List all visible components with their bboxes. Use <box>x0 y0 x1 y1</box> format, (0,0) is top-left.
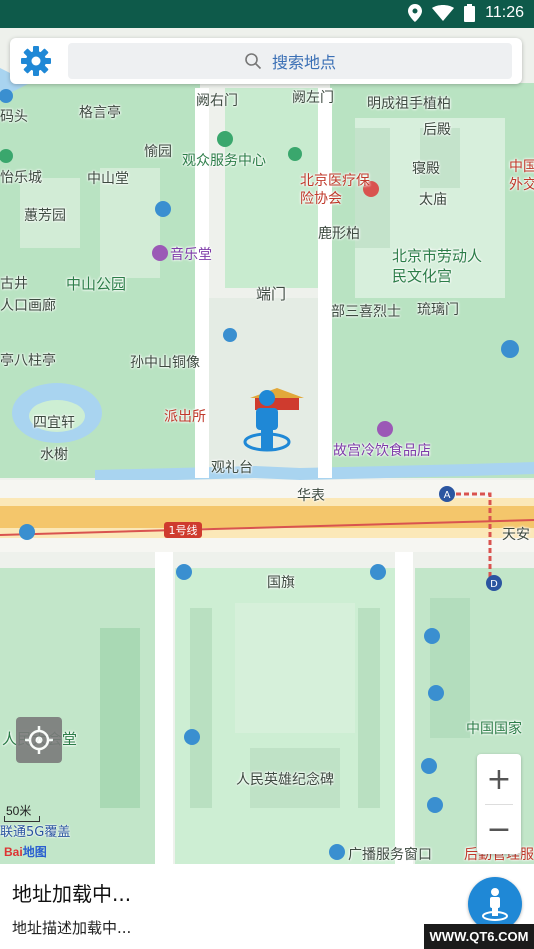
map-label: 华表 <box>297 488 325 504</box>
map-label: 水榭 <box>40 447 68 463</box>
map-label: 亭八柱亭 <box>0 353 56 369</box>
map-label: 端门 <box>256 285 287 303</box>
map-label: 蕙芳园 <box>24 208 66 224</box>
map-label: 阙右门 <box>196 93 238 109</box>
map-canvas: A D 1号线 <box>0 28 534 864</box>
search-input[interactable]: 搜索地点 <box>68 43 512 79</box>
app-screen: 11:26 A D 1号线 码头 格言亭 阙右门 阙左门 明成祖手植柏 后殿 怡… <box>0 0 534 949</box>
map-label: 中山公园 <box>66 275 127 293</box>
metro-station-a[interactable]: A <box>444 490 451 501</box>
baidu-logo: Bai地图 <box>4 843 47 860</box>
address-panel: 地址加载中... 地址描述加载中... WWW.QT6.COM <box>0 864 534 949</box>
map-label: 国旗 <box>267 575 295 591</box>
map-label: 天安 <box>502 527 530 543</box>
map-label: 观众服务中心 <box>182 153 266 169</box>
search-icon <box>245 53 262 70</box>
map-label: 明成祖手植柏 <box>367 96 451 112</box>
map-label: 码头 <box>0 109 28 125</box>
map-label: 北京医疗保险协会 <box>300 173 370 207</box>
map-label: 孙中山铜像 <box>130 355 200 371</box>
battery-icon <box>464 4 476 22</box>
map-label: 怡乐城 <box>0 170 42 186</box>
person-pin-icon <box>482 888 508 921</box>
zoom-in-button[interactable]: + <box>477 754 521 804</box>
map-label: 中山堂 <box>87 171 129 187</box>
search-placeholder: 搜索地点 <box>271 53 336 72</box>
zoom-out-button[interactable]: − <box>477 804 521 854</box>
map-label: 部三喜烈士 <box>331 304 401 320</box>
map-label: 音乐堂 <box>170 247 212 263</box>
watermark: WWW.QT6.COM <box>424 924 534 949</box>
map-label: 中国国家 <box>466 721 522 737</box>
status-bar: 11:26 <box>0 0 534 28</box>
map-label: 观礼台 <box>211 460 253 476</box>
zoom-controls: + − <box>477 754 521 854</box>
gear-icon <box>21 46 51 76</box>
map-label: 北京市劳动人民文化宫 <box>392 247 483 285</box>
metro-station-d[interactable]: D <box>490 579 498 590</box>
map-label: 愉园 <box>144 144 172 160</box>
map-label: 鹿形柏 <box>318 226 360 242</box>
map-label: 四宜轩 <box>33 415 75 431</box>
wifi-icon <box>432 5 455 21</box>
map-label: 人民英雄纪念碑 <box>236 772 334 788</box>
map-label: 中国外交 <box>509 159 534 193</box>
crosshair-icon <box>25 726 53 754</box>
settings-button[interactable] <box>18 43 54 79</box>
map-label: 古井 <box>0 276 28 292</box>
map-label: 阙左门 <box>292 90 334 106</box>
map-label: 后殿 <box>423 122 451 138</box>
location-icon <box>408 4 423 22</box>
map-label: 派出所 <box>164 409 206 425</box>
map-label: 寝殿 <box>412 161 440 177</box>
map-label: 人口画廊 <box>0 298 56 314</box>
carrier-notice: 联通5G覆盖 <box>0 825 71 840</box>
map-view[interactable]: A D 1号线 码头 格言亭 阙右门 阙左门 明成祖手植柏 后殿 怡乐城 愉园 … <box>0 28 534 864</box>
map-label: 格言亭 <box>79 105 121 121</box>
status-time: 11:26 <box>485 4 524 21</box>
address-description: 地址描述加载中... <box>12 919 132 937</box>
address-title: 地址加载中... <box>12 882 132 906</box>
map-label: 太庙 <box>419 192 447 208</box>
baidu-logo-map: 地图 <box>22 845 47 859</box>
map-label: 故宫冷饮食品店 <box>333 443 431 459</box>
metro-line-badge: 1号线 <box>169 523 198 537</box>
locate-button[interactable] <box>16 717 62 763</box>
navigate-button[interactable] <box>468 877 522 931</box>
baidu-logo-text: Bai <box>4 845 23 859</box>
map-label: 琉璃门 <box>417 302 459 318</box>
search-bar: 搜索地点 <box>10 38 522 84</box>
map-label: 广播服务窗口 <box>348 847 432 863</box>
